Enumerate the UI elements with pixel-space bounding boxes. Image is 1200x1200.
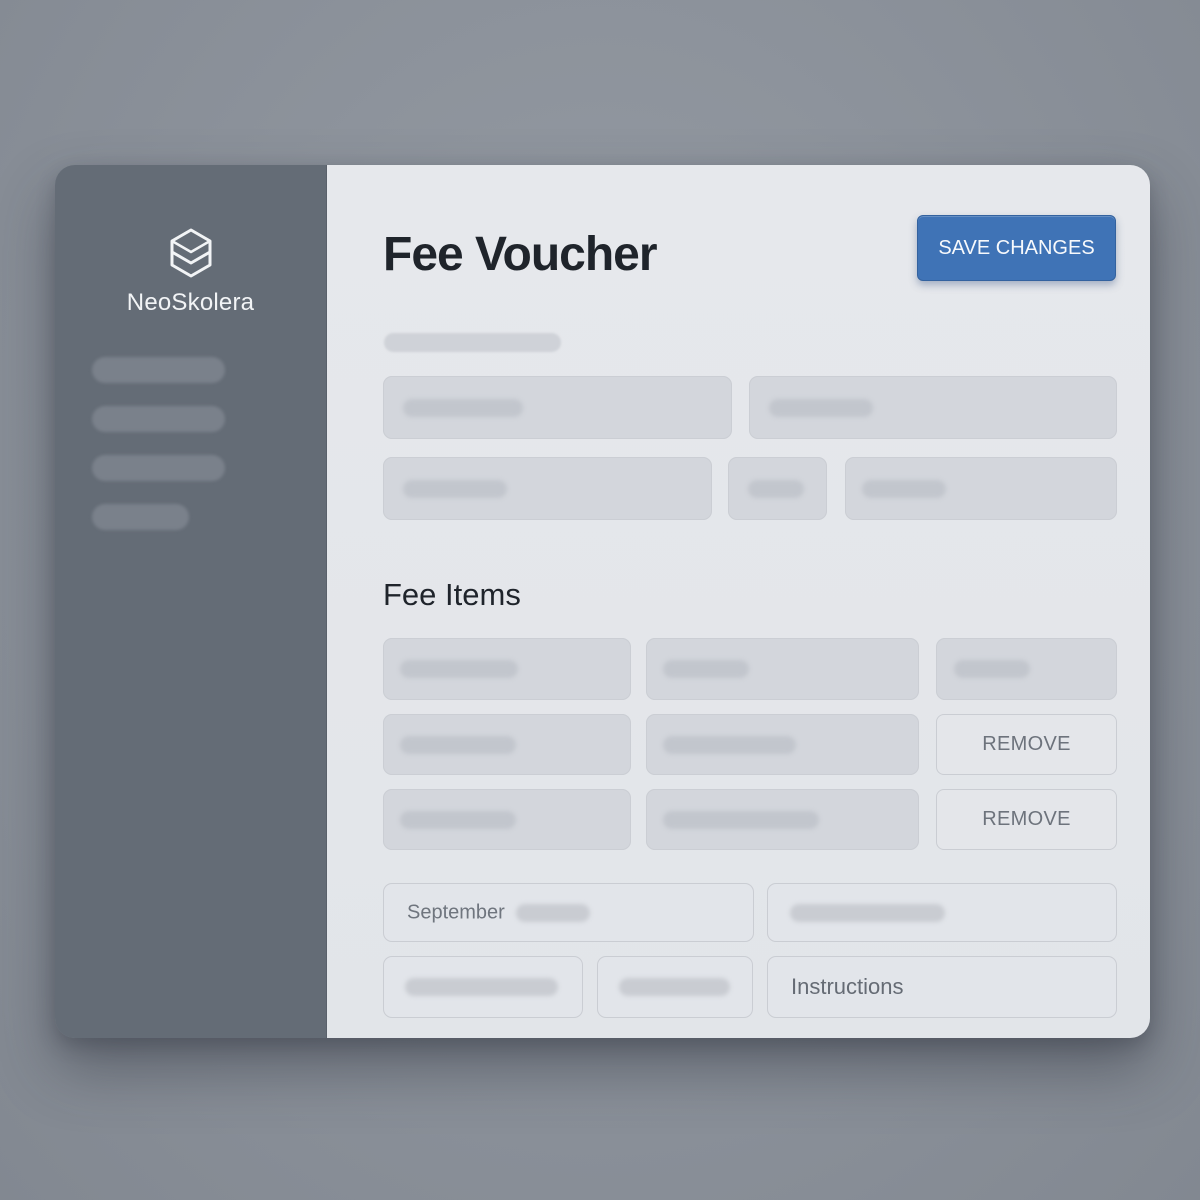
student-field[interactable]: [383, 376, 732, 439]
month-value: September: [407, 901, 505, 923]
subheading-placeholder: [384, 333, 561, 352]
fee-item-amount-field[interactable]: [646, 789, 919, 850]
sidebar-nav: [92, 357, 225, 553]
main-content: Fee Voucher SAVE CHANGES Fee Items REMOV…: [327, 165, 1150, 1038]
amount-total-field[interactable]: [383, 956, 583, 1018]
month-field[interactable]: September: [383, 883, 754, 942]
remove-fee-item-button[interactable]: REMOVE: [936, 714, 1117, 775]
section-field[interactable]: [728, 457, 827, 520]
fee-item-name-field[interactable]: [383, 714, 631, 775]
fee-item-description-field[interactable]: [646, 638, 919, 700]
fee-items-title: Fee Items: [383, 577, 521, 612]
brand-name: NeoSkolera: [126, 289, 255, 316]
brand[interactable]: NeoSkolera: [55, 227, 326, 317]
fee-item-amount-field[interactable]: [646, 714, 919, 775]
instructions-placeholder: Instructions: [791, 974, 904, 999]
date-field[interactable]: [845, 457, 1117, 520]
sidebar-item[interactable]: [92, 455, 225, 481]
fee-item-amount-field[interactable]: [936, 638, 1117, 700]
save-changes-button[interactable]: SAVE CHANGES: [917, 215, 1116, 281]
voucher-number-field[interactable]: [383, 457, 712, 520]
hexagon-cube-icon: [170, 228, 211, 278]
fee-item-name-field[interactable]: [383, 789, 631, 850]
fee-item-name-field[interactable]: [383, 638, 631, 700]
sidebar-item[interactable]: [92, 357, 225, 383]
app-window: NeoSkolera Fee Voucher SAVE CHANGES Fee …: [55, 165, 1150, 1038]
remove-fee-item-button[interactable]: REMOVE: [936, 789, 1117, 850]
fine-field[interactable]: [597, 956, 753, 1018]
page-title: Fee Voucher: [383, 228, 658, 281]
instructions-field[interactable]: Instructions: [767, 956, 1117, 1018]
due-date-field[interactable]: [767, 883, 1117, 942]
sidebar-item[interactable]: [92, 504, 189, 530]
sidebar-item[interactable]: [92, 406, 225, 432]
class-field[interactable]: [749, 376, 1117, 439]
sidebar: NeoSkolera: [55, 165, 327, 1038]
